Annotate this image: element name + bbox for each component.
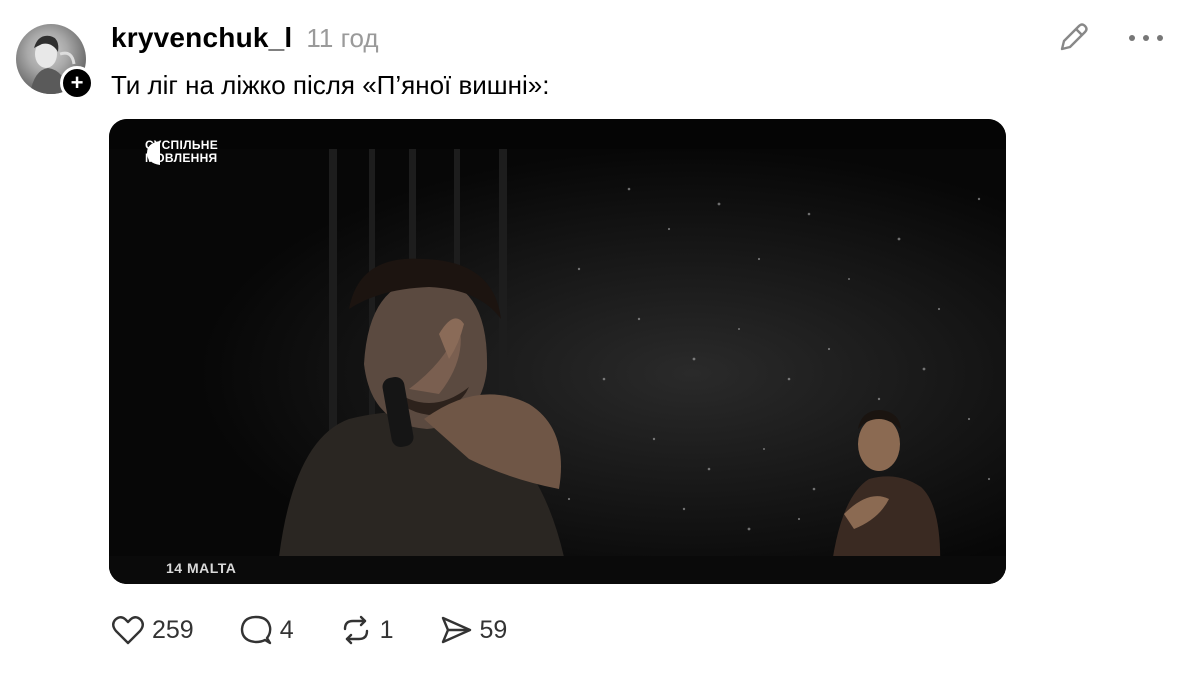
heart-icon xyxy=(112,616,144,645)
post-text: Ти ліг на ліжко після «П’яної вишні»: xyxy=(111,70,550,100)
more-horizontal-icon[interactable] xyxy=(1124,22,1168,54)
comment-bubble-icon xyxy=(240,615,272,645)
timestamp: 11 год xyxy=(306,23,379,53)
share-count: 59 xyxy=(479,615,508,644)
video-caption: 14 MALTA xyxy=(166,560,237,576)
video-player[interactable]: СУСПІЛЬНЕ МОВЛЕННЯ 14 MALTA xyxy=(109,119,1006,584)
broadcaster-logo: СУСПІЛЬНЕ МОВЛЕННЯ xyxy=(145,139,235,165)
follow-plus-icon[interactable]: + xyxy=(60,66,94,100)
comment-count: 4 xyxy=(279,615,294,644)
video-frame xyxy=(109,119,1006,584)
repost-count: 1 xyxy=(379,615,394,644)
repost-button[interactable]: 1 xyxy=(338,612,394,648)
repost-icon xyxy=(343,615,368,645)
send-icon xyxy=(441,616,471,644)
like-count: 259 xyxy=(152,615,194,644)
author-avatar-container[interactable]: + xyxy=(16,24,94,100)
like-button[interactable]: 259 xyxy=(110,612,194,648)
share-button[interactable]: 59 xyxy=(438,612,508,648)
comment-button[interactable]: 4 xyxy=(238,612,294,648)
username[interactable]: kryvenchuk_l xyxy=(111,22,292,54)
broadcaster-logo-icon xyxy=(147,141,160,165)
post-actions: 259 4 1 59 xyxy=(110,612,551,648)
pencil-icon[interactable] xyxy=(1055,20,1091,56)
